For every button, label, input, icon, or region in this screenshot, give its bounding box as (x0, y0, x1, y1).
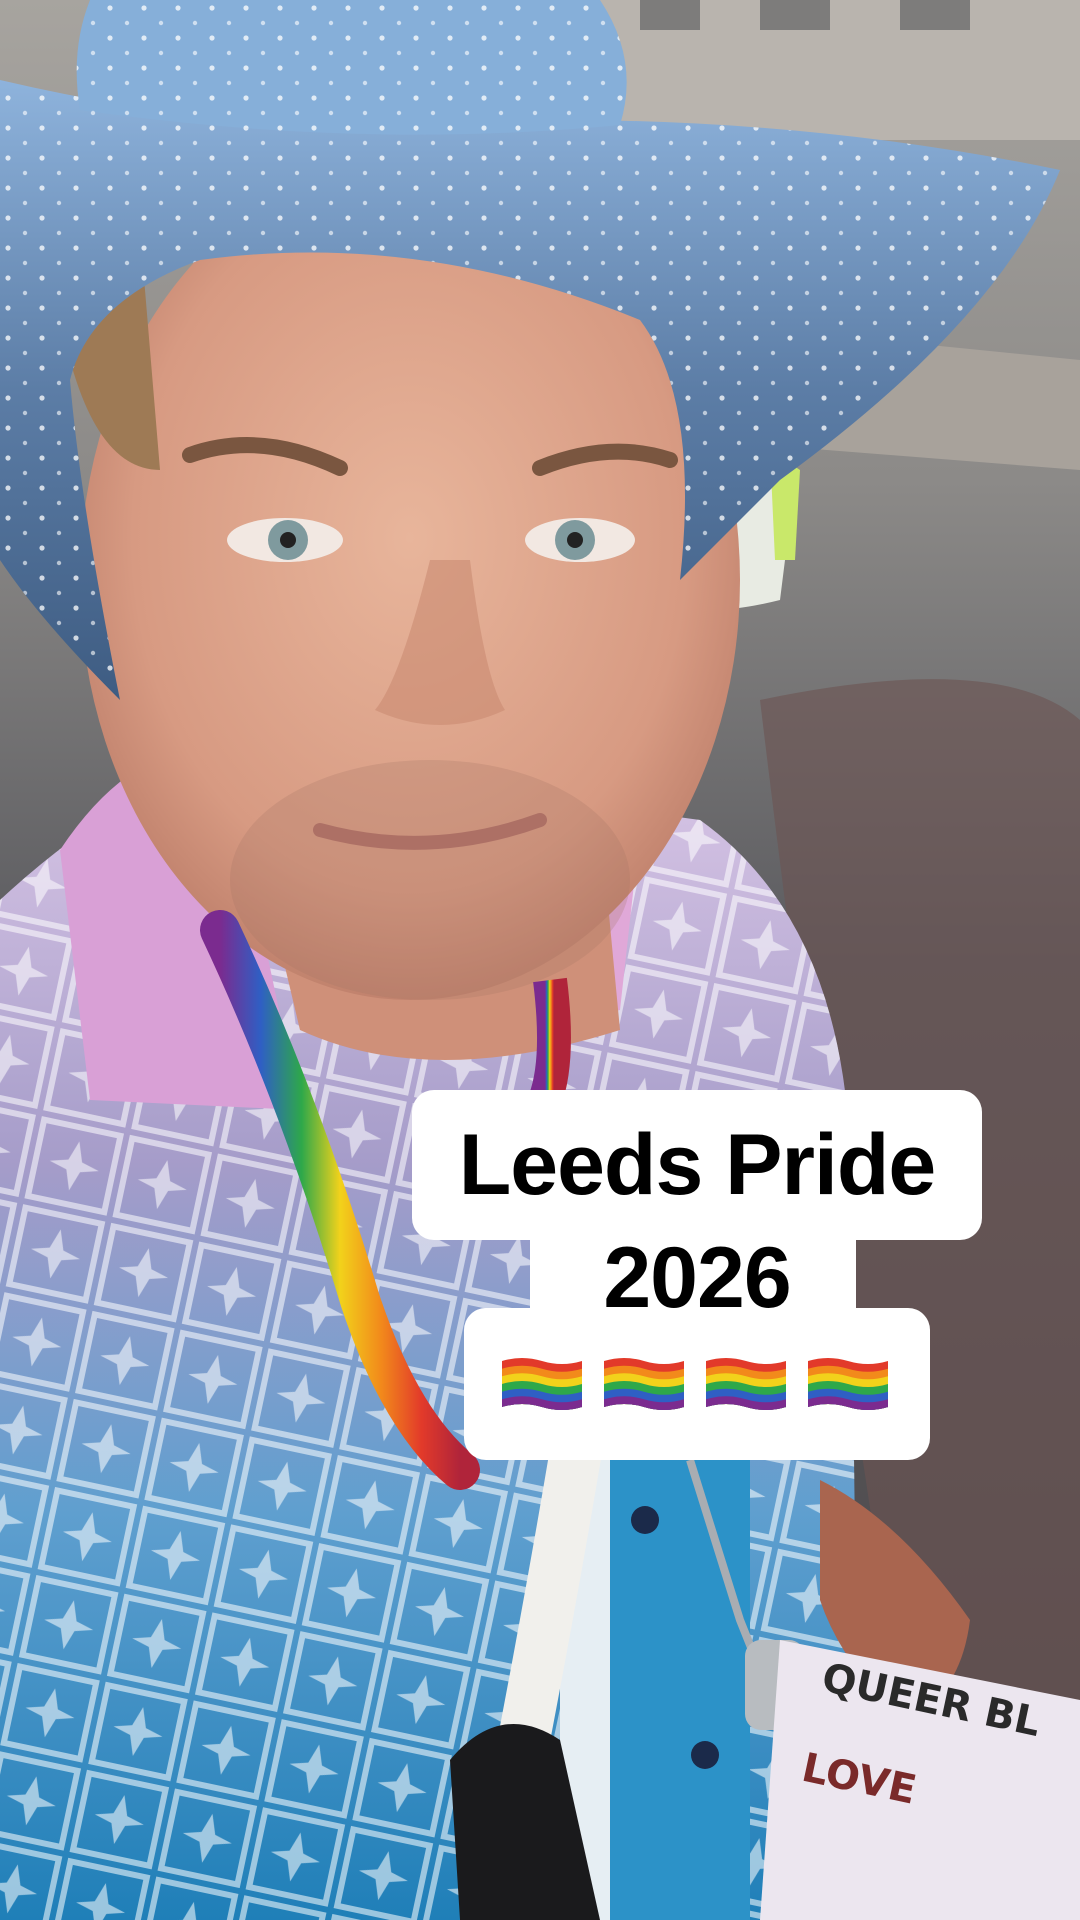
rainbow-flag-icon (706, 1358, 786, 1410)
rainbow-flag-icon (808, 1358, 888, 1410)
rainbow-flag-icon (502, 1358, 582, 1410)
caption-title: Leeds Pride (458, 1117, 937, 1213)
video-frame: QUEER BL LOVE Leeds Pride 2026 (0, 0, 1080, 1920)
rainbow-flags-row (500, 1352, 890, 1416)
caption-year: 2026 (603, 1230, 791, 1326)
selfie-photo: QUEER BL LOVE (0, 0, 1080, 1920)
rainbow-flag-icon (604, 1358, 684, 1410)
